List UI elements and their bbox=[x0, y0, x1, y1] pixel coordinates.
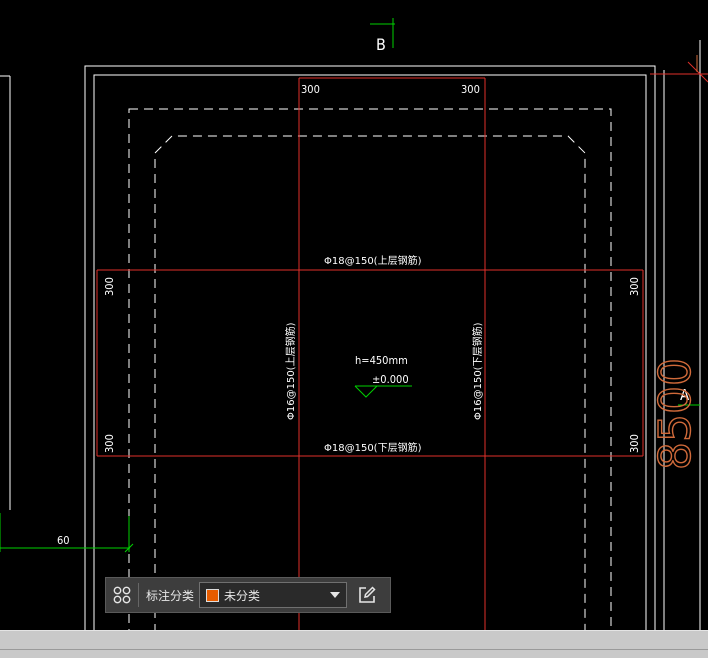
grid-button[interactable] bbox=[106, 578, 138, 612]
status-bar bbox=[0, 630, 708, 658]
dim-side-left-bottom: 300 bbox=[103, 434, 116, 453]
dim-side-left-top: 300 bbox=[103, 277, 116, 296]
dim-top-left: 300 bbox=[301, 83, 320, 96]
category-value: 未分类 bbox=[224, 588, 261, 603]
dashed-outline-outer bbox=[128, 108, 612, 630]
cad-canvas[interactable]: B A 8500 300 300 300 300 300 300 Φ18@150… bbox=[0, 0, 708, 630]
elevation-label: ±0.000 bbox=[372, 373, 409, 386]
dim-side-right-top: 300 bbox=[628, 277, 641, 296]
thickness-label: h=450mm bbox=[355, 354, 408, 367]
dim-left-value: 60 bbox=[57, 534, 70, 547]
category-color-swatch bbox=[206, 588, 220, 602]
chevron-down-icon bbox=[330, 592, 341, 598]
annotation-toolbar: 标注分类 未分类 bbox=[105, 577, 391, 613]
edit-button[interactable] bbox=[351, 578, 383, 612]
outer-outline bbox=[84, 65, 656, 630]
dimension-8500: 8500 bbox=[650, 358, 701, 470]
grid-icon bbox=[113, 586, 131, 604]
status-divider bbox=[0, 649, 708, 650]
toolbar-separator bbox=[138, 583, 139, 607]
dim-side-right-bottom: 300 bbox=[628, 434, 641, 453]
dim-top-right: 300 bbox=[461, 83, 480, 96]
inner-outline bbox=[93, 74, 647, 630]
rebar-label-vertical-bottom: Φ16@150(下层钢筋) bbox=[471, 322, 484, 420]
section-label: B bbox=[376, 35, 386, 54]
edit-icon bbox=[359, 586, 376, 603]
axis-slash bbox=[687, 61, 708, 83]
rebar-label-bottom: Φ18@150(下层钢筋) bbox=[324, 441, 422, 454]
category-label: 标注分类 bbox=[146, 588, 195, 603]
elevation-triangle bbox=[354, 385, 378, 398]
rebar-label-top: Φ18@150(上层钢筋) bbox=[324, 254, 422, 267]
rebar-label-vertical-top: Φ16@150(上层钢筋) bbox=[284, 322, 297, 420]
category-select[interactable]: 未分类 bbox=[199, 582, 348, 608]
dashed-outline-inner bbox=[154, 135, 586, 630]
